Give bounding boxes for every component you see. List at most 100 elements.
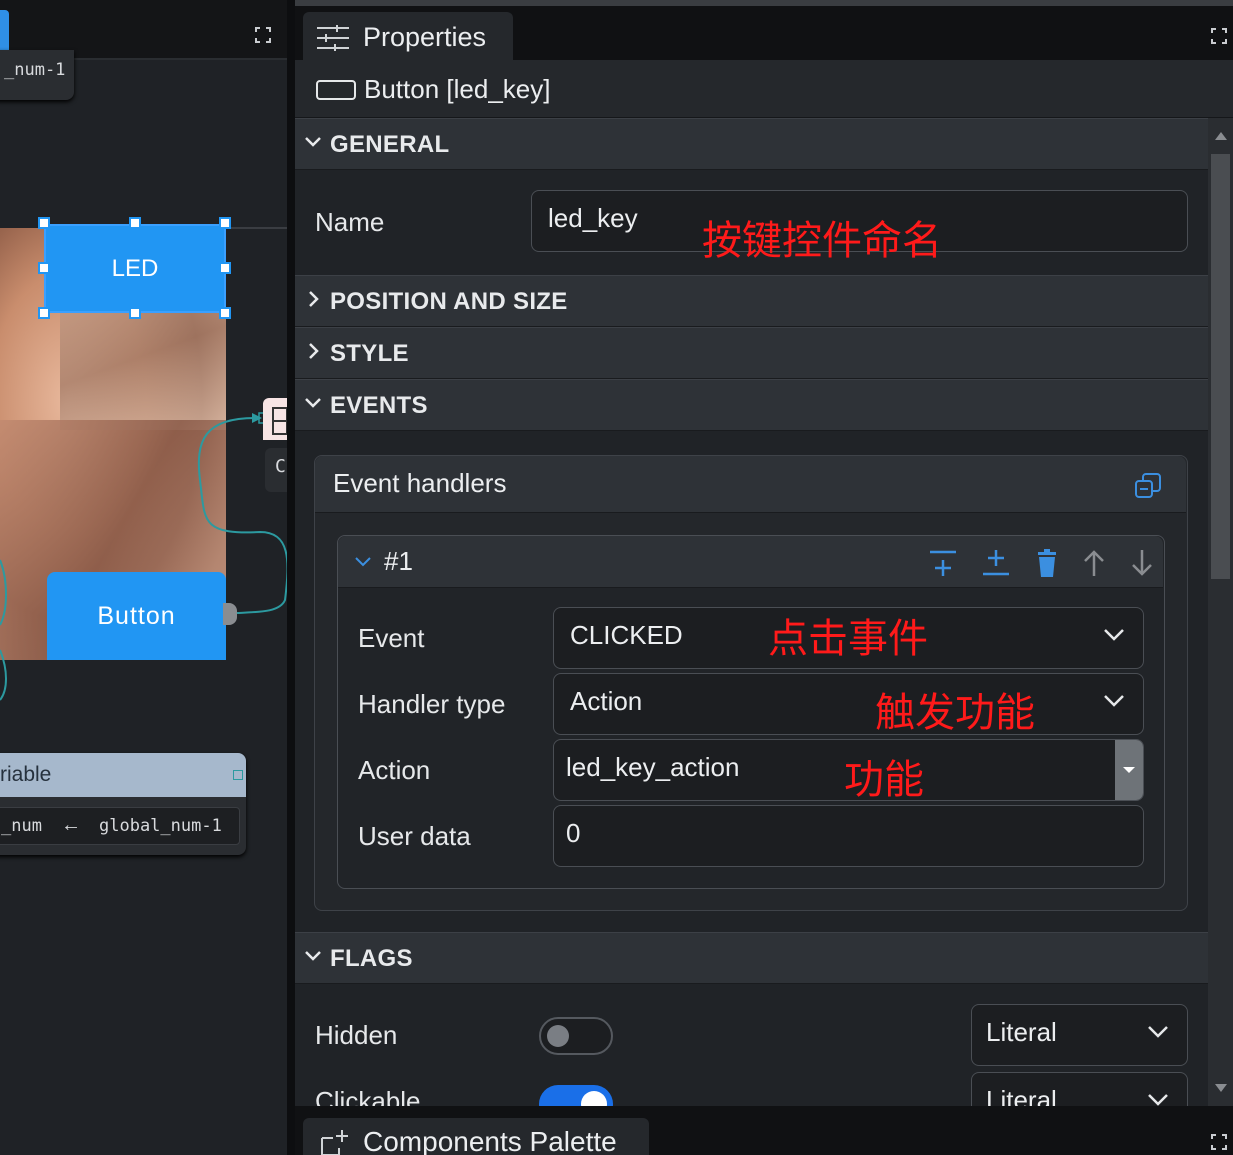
event-handler-item: #1 Event CLICKED Handler type Action Act… <box>337 535 1165 889</box>
maximize-icon[interactable] <box>1211 28 1227 44</box>
variable-assignment-row[interactable]: _num ← global_num-1 <box>0 807 240 845</box>
event-label: Event <box>358 623 425 653</box>
collapse-all-icon[interactable] <box>1134 472 1162 500</box>
resize-handle[interactable] <box>38 307 50 319</box>
hidden-mode-value: Literal <box>986 1017 1057 1047</box>
properties-scrollbar[interactable] <box>1208 118 1233 1106</box>
resize-handle[interactable] <box>129 217 141 229</box>
chevron-down-icon <box>1148 1026 1168 1038</box>
chevron-down-icon <box>1148 1094 1168 1106</box>
clickable-label: Clickable <box>315 1086 421 1106</box>
arrow-up-icon[interactable] <box>1079 548 1109 578</box>
section-style[interactable]: STYLE <box>295 327 1208 379</box>
sliders-icon <box>317 25 349 51</box>
hidden-label: Hidden <box>315 1020 398 1050</box>
chevron-down-icon <box>1104 695 1124 707</box>
resize-handle[interactable] <box>219 262 231 274</box>
variable-node[interactable]: riable _num ← global_num-1 <box>0 753 246 855</box>
name-input-value: led_key <box>548 203 638 233</box>
tab-properties[interactable]: Properties <box>303 12 513 60</box>
section-events[interactable]: EVENTS <box>295 379 1208 431</box>
section-style-title: STYLE <box>330 340 409 367</box>
flow-node-text: C <box>275 456 286 477</box>
button-widget-label: Button <box>97 601 176 630</box>
clickable-toggle[interactable] <box>539 1085 613 1106</box>
handler-type-select[interactable]: Action <box>553 673 1144 735</box>
flow-node-right[interactable] <box>263 398 287 440</box>
variable-node-port[interactable] <box>233 770 243 780</box>
resize-handle[interactable] <box>129 307 141 319</box>
chevron-down-icon <box>1104 629 1124 641</box>
section-general[interactable]: GENERAL <box>295 118 1208 170</box>
event-handlers-header: Event handlers <box>315 456 1186 513</box>
properties-tabbar: Properties <box>295 6 1233 60</box>
chevron-right-icon <box>309 291 319 307</box>
hidden-mode-select[interactable]: Literal <box>971 1004 1188 1066</box>
variable-node-title: riable <box>0 763 52 786</box>
button-widget-icon <box>316 80 356 100</box>
user-data-label: User data <box>358 821 471 851</box>
tab-components-palette[interactable]: Components Palette <box>303 1118 649 1155</box>
event-select-value: CLICKED <box>570 620 683 650</box>
trash-icon[interactable] <box>1032 548 1062 578</box>
action-label: Action <box>358 755 431 785</box>
section-general-title: GENERAL <box>330 131 450 158</box>
node-icon <box>272 407 287 435</box>
maximize-icon[interactable] <box>1211 1134 1227 1150</box>
event-handlers-title: Event handlers <box>333 468 507 498</box>
event-handler-header[interactable]: #1 <box>338 536 1163 588</box>
hidden-toggle[interactable] <box>539 1017 613 1055</box>
tab-components-palette-label: Components Palette <box>363 1126 617 1155</box>
arrow-left-icon: ← <box>61 814 81 836</box>
resize-handle[interactable] <box>38 262 50 274</box>
insert-before-icon[interactable] <box>928 548 958 578</box>
event-annotation: 点击事件 <box>768 616 928 662</box>
clickable-mode-select[interactable]: Literal <box>971 1072 1188 1106</box>
name-label: Name <box>315 207 385 237</box>
action-annotation: 功能 <box>844 757 924 803</box>
scroll-up-arrow[interactable] <box>1215 132 1227 140</box>
user-data-value: 0 <box>566 818 581 848</box>
section-position-title: POSITION AND SIZE <box>330 288 568 315</box>
variable-node-header: riable <box>0 753 246 797</box>
add-component-icon <box>321 1130 348 1155</box>
handler-type-value: Action <box>570 686 643 716</box>
insert-after-icon[interactable] <box>981 548 1011 578</box>
toggle-knob <box>547 1025 569 1047</box>
variable-source: global_num-1 <box>99 816 222 836</box>
scrollbar-thumb[interactable] <box>1211 154 1230 579</box>
canvas-panel[interactable]: _num-1 LED Button C riable _num ← global… <box>0 0 287 1155</box>
selected-object-header: Button [led_key] <box>295 60 1233 118</box>
caret-down-icon <box>1123 767 1135 773</box>
selected-object-title: Button [led_key] <box>364 74 551 104</box>
chevron-down-icon[interactable] <box>354 554 372 570</box>
chevron-down-icon <box>305 951 321 961</box>
clickable-mode-value: Literal <box>986 1085 1057 1106</box>
name-annotation: 按键控件命名 <box>702 218 942 264</box>
section-events-title: EVENTS <box>330 392 428 419</box>
resize-handle[interactable] <box>38 217 50 229</box>
chevron-down-icon <box>305 137 321 147</box>
resize-handle[interactable] <box>219 307 231 319</box>
toggle-knob <box>581 1091 607 1106</box>
arrow-down-icon[interactable] <box>1127 548 1157 578</box>
variable-target: _num <box>1 816 42 836</box>
led-button-widget[interactable]: LED <box>44 224 226 313</box>
properties-panel: Properties Button [led_key] GENERAL Name… <box>295 0 1233 1155</box>
button-widget[interactable]: Button <box>47 572 226 660</box>
properties-content[interactable]: GENERAL Name led_key 按键控件命名 POSITION AND… <box>295 118 1208 1106</box>
action-value: led_key_action <box>566 752 740 782</box>
resize-handle[interactable] <box>219 217 231 229</box>
scroll-down-arrow[interactable] <box>1215 1084 1227 1092</box>
event-handlers-group: Event handlers #1 Event CLICKED Handler … <box>314 455 1188 911</box>
chevron-down-icon <box>305 398 321 408</box>
section-position-and-size[interactable]: POSITION AND SIZE <box>295 275 1208 327</box>
user-data-input[interactable]: 0 <box>553 805 1144 867</box>
flow-node-right-body[interactable]: C <box>265 448 287 492</box>
section-flags-title: FLAGS <box>330 945 413 972</box>
section-flags[interactable]: FLAGS <box>295 932 1208 984</box>
tab-properties-label: Properties <box>363 22 487 52</box>
panel-splitter[interactable] <box>287 0 295 1155</box>
button-output-port[interactable] <box>223 603 237 625</box>
action-dropdown-button[interactable] <box>1115 740 1143 800</box>
